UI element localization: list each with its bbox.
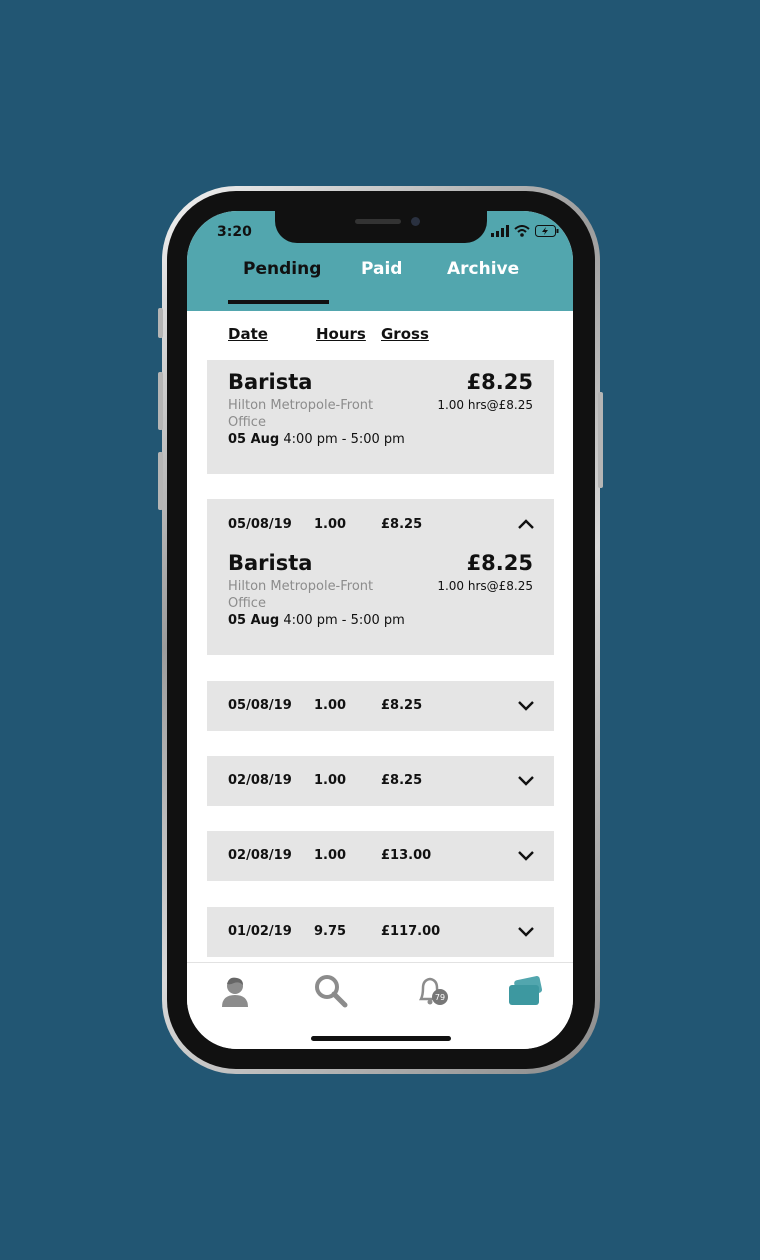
column-header-hours[interactable]: Hours <box>316 325 366 343</box>
chevron-up-icon[interactable] <box>517 518 535 530</box>
shift-time: 4:00 pm - 5:00 pm <box>283 613 405 628</box>
row-hours: 1.00 <box>314 517 347 532</box>
row-date: 01/02/19 <box>228 924 292 939</box>
chevron-down-icon[interactable] <box>517 700 535 712</box>
volume-down-button <box>158 452 163 510</box>
job-location: Hilton Metropole-Front Office <box>228 579 374 611</box>
shift-time: 4:00 pm - 5:00 pm <box>283 432 405 447</box>
front-camera <box>411 217 420 226</box>
shift-info: 05 Aug 4:00 pm - 5:00 pm <box>228 432 405 447</box>
row-gross: £117.00 <box>381 924 441 939</box>
bell-icon[interactable]: 79 <box>413 973 449 1009</box>
active-tab-indicator <box>228 300 329 304</box>
hours-rate: 1.00 hrs@£8.25 <box>437 398 533 412</box>
power-button <box>598 392 603 488</box>
row-gross: £8.25 <box>381 773 423 788</box>
job-title: Barista <box>228 551 313 575</box>
bottom-nav: 79 <box>187 962 573 1049</box>
tab-pending[interactable]: Pending <box>243 259 321 279</box>
chevron-down-icon[interactable] <box>517 775 535 787</box>
row-date: 05/08/19 <box>228 698 292 713</box>
payment-detail-card[interactable]: Barista £8.25 Hilton Metropole-Front Off… <box>207 360 554 474</box>
row-date: 02/08/19 <box>228 773 292 788</box>
profile-icon[interactable] <box>217 973 253 1009</box>
row-date: 05/08/19 <box>228 517 292 532</box>
row-hours: 1.00 <box>314 698 347 713</box>
notification-count: 79 <box>435 993 445 1002</box>
payment-amount: £8.25 <box>466 370 533 394</box>
search-icon[interactable] <box>313 973 349 1009</box>
payment-row[interactable]: 05/08/19 1.00 £8.25 <box>207 681 554 731</box>
silent-switch <box>158 308 163 338</box>
shift-date: 05 Aug <box>228 432 280 447</box>
row-date: 02/08/19 <box>228 848 292 863</box>
volume-up-button <box>158 372 163 430</box>
row-gross: £8.25 <box>381 698 423 713</box>
signal-icon <box>491 225 509 237</box>
row-gross: £8.25 <box>381 517 423 532</box>
tab-paid[interactable]: Paid <box>361 259 402 279</box>
home-indicator <box>311 1036 451 1041</box>
row-hours: 9.75 <box>314 924 347 939</box>
column-header-date[interactable]: Date <box>228 325 268 343</box>
status-time: 3:20 <box>217 224 252 240</box>
chevron-down-icon[interactable] <box>517 926 535 938</box>
phone-screen: 3:20 Pending Paid Archive Date Hours Gro… <box>187 211 573 1049</box>
tab-bar: Pending Paid Archive <box>187 259 573 299</box>
wallet-icon[interactable] <box>507 973 543 1009</box>
shift-info: 05 Aug 4:00 pm - 5:00 pm <box>228 613 405 628</box>
row-hours: 1.00 <box>314 848 347 863</box>
row-gross: £13.00 <box>381 848 432 863</box>
job-title: Barista <box>228 370 313 394</box>
speaker <box>355 219 401 224</box>
payment-row[interactable]: 01/02/19 9.75 £117.00 <box>207 907 554 957</box>
notch <box>275 211 487 243</box>
column-header-gross[interactable]: Gross <box>381 325 429 343</box>
payment-row[interactable]: 02/08/19 1.00 £8.25 <box>207 756 554 806</box>
chevron-down-icon[interactable] <box>517 850 535 862</box>
payment-row[interactable]: 02/08/19 1.00 £13.00 <box>207 831 554 881</box>
wifi-icon <box>514 225 530 237</box>
status-icons <box>491 225 559 237</box>
payment-row-expanded[interactable]: 05/08/19 1.00 £8.25 Barista £8.25 Hilton… <box>207 499 554 655</box>
shift-date: 05 Aug <box>228 613 280 628</box>
hours-rate: 1.00 hrs@£8.25 <box>437 579 533 593</box>
payment-amount: £8.25 <box>466 551 533 575</box>
tab-archive[interactable]: Archive <box>447 259 519 279</box>
row-hours: 1.00 <box>314 773 347 788</box>
battery-charging-icon <box>535 225 559 237</box>
job-location: Hilton Metropole-Front Office <box>228 398 374 430</box>
